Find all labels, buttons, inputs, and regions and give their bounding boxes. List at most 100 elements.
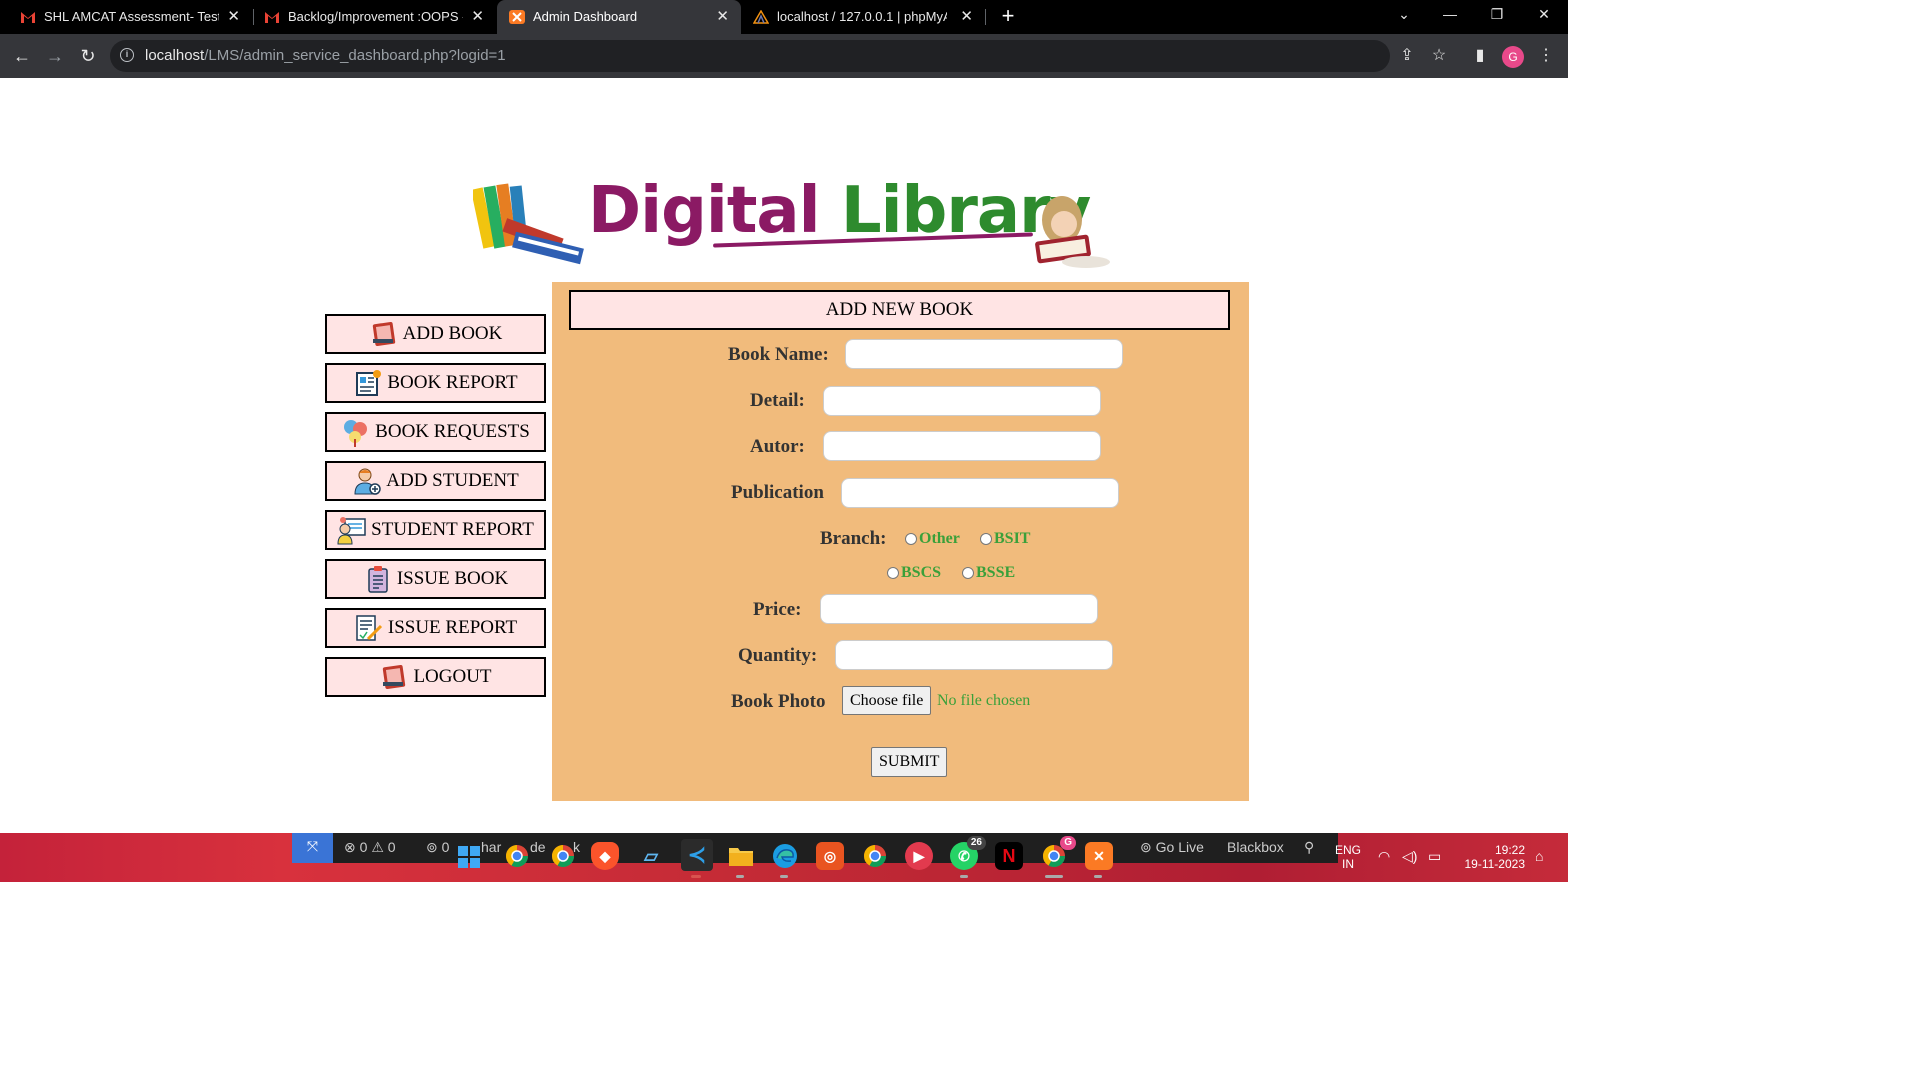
- share-icon[interactable]: ⇪: [1397, 46, 1417, 66]
- tab-backlog[interactable]: Backlog/Improvement :OOPS - 2 ✕: [244, 0, 496, 34]
- radio-button[interactable]: [962, 567, 974, 579]
- radio-button[interactable]: [905, 533, 917, 545]
- publication-label: Publication: [731, 482, 824, 503]
- wifi-icon[interactable]: ◠: [1378, 849, 1390, 863]
- add-book-panel: ADD NEW BOOK Book Name: Detail: Autor: P…: [552, 282, 1249, 801]
- choose-file-button[interactable]: Choose file: [842, 686, 932, 715]
- sidebar-item-student-report[interactable]: STUDENT REPORT: [325, 510, 546, 550]
- error-icon: ⊗: [344, 839, 356, 855]
- sidebar-item-issue-report[interactable]: ISSUE REPORT: [325, 608, 546, 648]
- tab-title: Admin Dashboard: [533, 9, 638, 24]
- netflix-icon[interactable]: N: [995, 842, 1023, 870]
- publication-input[interactable]: [841, 478, 1119, 508]
- blackbox-button[interactable]: Blackbox: [1227, 839, 1284, 855]
- broadcast-icon: ⊚: [1140, 839, 1152, 855]
- address-bar[interactable]: i localhost/LMS/admin_service_dashboard.…: [110, 40, 1446, 72]
- branch-radio-bscs[interactable]: BSCS: [887, 564, 941, 582]
- submit-button[interactable]: SUBMIT: [871, 747, 948, 777]
- side-panel-icon[interactable]: ▮: [1470, 46, 1490, 66]
- close-icon[interactable]: ✕: [716, 7, 729, 25]
- warning-icon: ⚠: [371, 839, 384, 855]
- close-icon[interactable]: ✕: [227, 7, 240, 25]
- windows-taskbar: ⤧ ⊗ 0 ⚠ 0 ⊚ 0 har de k ◆ ▱ ≺ ◎ ▶ ✆ 26 N G…: [0, 833, 1568, 882]
- ubuntu-icon[interactable]: ◎: [816, 842, 844, 870]
- problems-status[interactable]: ⊗ 0 ⚠ 0: [344, 839, 396, 856]
- chrome-icon[interactable]: [503, 842, 531, 870]
- media-player-icon[interactable]: ▶: [905, 842, 933, 870]
- book-name-input[interactable]: [845, 339, 1123, 369]
- vscode-icon[interactable]: ≺: [681, 839, 713, 871]
- new-tab-button[interactable]: +: [997, 4, 1019, 28]
- tab-admin-dashboard[interactable]: Admin Dashboard ✕: [497, 0, 741, 34]
- radio-label: Other: [919, 530, 960, 547]
- site-info-icon[interactable]: i: [120, 48, 134, 62]
- go-live-button[interactable]: ⊚ Go Live: [1140, 839, 1204, 856]
- xampp-icon[interactable]: ✕: [1085, 842, 1113, 870]
- clock[interactable]: 19:22 19-11-2023: [1455, 843, 1526, 871]
- price-input[interactable]: [820, 594, 1098, 624]
- vscode-text-fragment: k: [573, 839, 580, 855]
- brave-icon[interactable]: ◆: [591, 842, 619, 870]
- close-icon[interactable]: ✕: [960, 7, 973, 25]
- add-user-icon: [354, 468, 382, 495]
- reading-girl-illustration-icon: [1035, 196, 1110, 268]
- tab-title: SHL AMCAT Assessment- Test Lo: [44, 9, 219, 24]
- radio-button[interactable]: [887, 567, 899, 579]
- warning-count: 0: [387, 839, 396, 855]
- branch-radio-bsit[interactable]: BSIT: [980, 530, 1030, 548]
- clock-date: 19-11-2023: [1464, 857, 1526, 871]
- edge-icon[interactable]: [771, 842, 799, 870]
- quantity-input[interactable]: [835, 640, 1113, 670]
- terminal-icon[interactable]: ▱: [637, 842, 665, 870]
- language-indicator[interactable]: ENG IN: [1333, 843, 1363, 871]
- branch-radio-bsse[interactable]: BSSE: [962, 564, 1015, 582]
- page-title: ADD NEW BOOK: [569, 290, 1230, 330]
- menu-kebab-icon[interactable]: ⋮: [1536, 46, 1556, 66]
- tab-search-icon[interactable]: ⌄: [1389, 6, 1419, 23]
- close-icon[interactable]: ✕: [471, 7, 484, 25]
- window-close-icon[interactable]: ✕: [1529, 6, 1559, 23]
- reload-icon[interactable]: ↻: [76, 44, 100, 68]
- bookmark-star-icon[interactable]: ☆: [1429, 46, 1449, 66]
- sidebar-item-add-book[interactable]: ADD BOOK: [325, 314, 546, 354]
- tab-phpmyadmin[interactable]: localhost / 127.0.0.1 | phpMyAd ✕: [741, 0, 985, 34]
- forward-icon[interactable]: →: [43, 44, 67, 68]
- gmail-icon: [21, 12, 35, 23]
- back-icon[interactable]: ←: [10, 44, 34, 68]
- ports-status[interactable]: ⊚ 0: [426, 839, 449, 856]
- battery-icon[interactable]: ▭: [1428, 849, 1441, 863]
- minimize-icon[interactable]: —: [1435, 6, 1465, 22]
- whatsapp-icon[interactable]: ✆ 26: [950, 836, 986, 870]
- file-explorer-icon[interactable]: [727, 842, 755, 870]
- sidebar-item-logout[interactable]: LOGOUT: [325, 657, 546, 697]
- detail-input[interactable]: [823, 386, 1101, 416]
- branch-radio-other[interactable]: Other: [905, 530, 960, 548]
- author-input[interactable]: [823, 431, 1101, 461]
- book-name-label: Book Name:: [728, 344, 829, 365]
- volume-icon[interactable]: ◁): [1402, 849, 1417, 863]
- url-host: localhost: [145, 47, 205, 64]
- restore-icon[interactable]: ❐: [1482, 6, 1512, 23]
- account-icon[interactable]: ⚲: [1304, 839, 1314, 856]
- remote-icon[interactable]: ⤧: [292, 833, 333, 863]
- language-line1: ENG: [1334, 843, 1361, 857]
- chrome-icon[interactable]: G: [1040, 836, 1076, 870]
- notification-icon[interactable]: ⌂: [1535, 849, 1543, 863]
- sidebar-item-book-requests[interactable]: BOOK REQUESTS: [325, 412, 546, 452]
- sidebar-item-book-report[interactable]: BOOK REPORT: [325, 363, 546, 403]
- tab-title: Backlog/Improvement :OOPS - 2: [288, 9, 463, 24]
- sidebar-item-issue-book[interactable]: ISSUE BOOK: [325, 559, 546, 599]
- sidebar-item-label: ISSUE REPORT: [387, 617, 518, 638]
- url-text[interactable]: localhost/LMS/admin_service_dashboard.ph…: [145, 47, 506, 64]
- tab-title: localhost / 127.0.0.1 | phpMyAd: [777, 9, 947, 24]
- price-label: Price:: [753, 599, 802, 620]
- chrome-icon[interactable]: [861, 842, 889, 870]
- author-label: Autor:: [750, 436, 805, 457]
- sidebar-item-add-student[interactable]: ADD STUDENT: [325, 461, 546, 501]
- tab-shl-amcat[interactable]: SHL AMCAT Assessment- Test Lo ✕: [0, 0, 252, 34]
- chrome-profile-badge: G: [1060, 836, 1076, 850]
- radio-button[interactable]: [980, 533, 992, 545]
- sidebar-item-label: ADD BOOK: [402, 323, 503, 344]
- profile-avatar[interactable]: G: [1502, 46, 1524, 68]
- windows-start-icon[interactable]: [458, 846, 480, 868]
